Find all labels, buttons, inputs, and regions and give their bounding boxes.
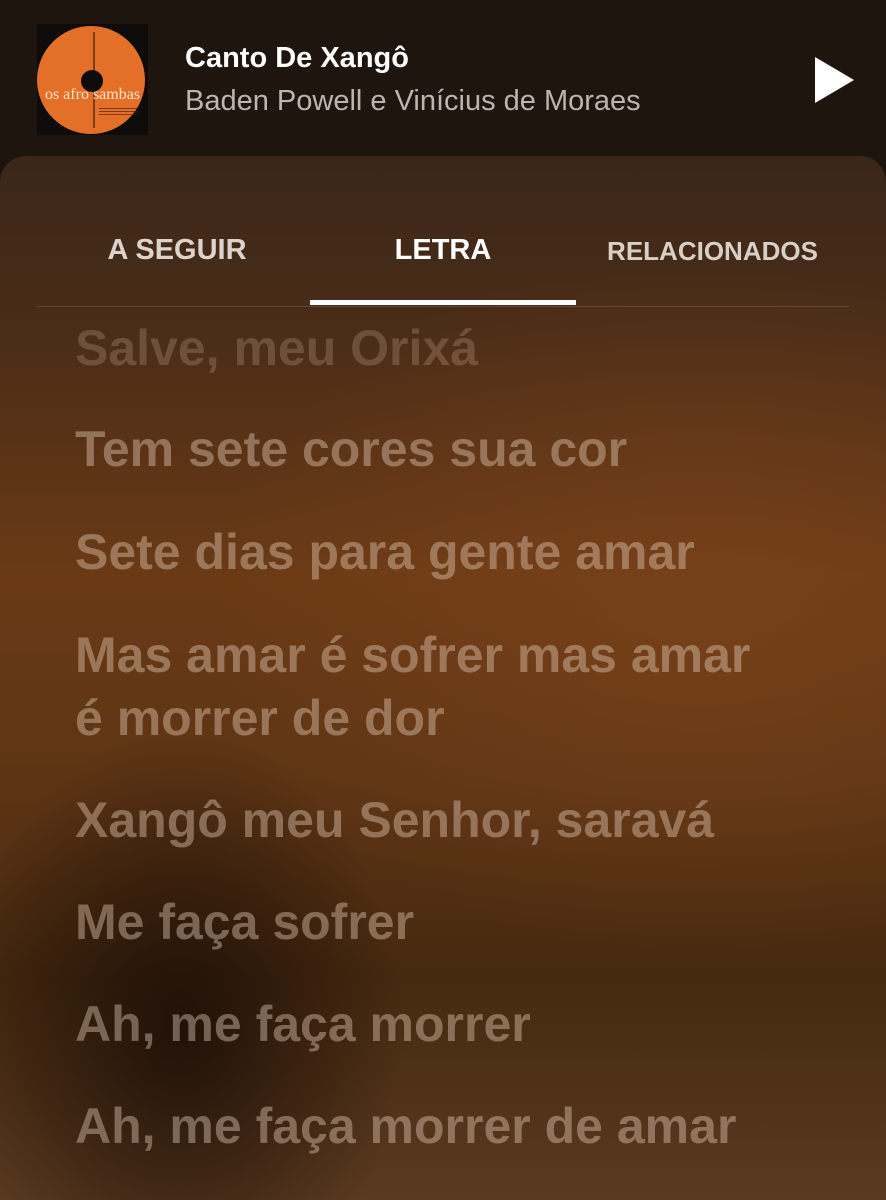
album-art-credits [99,108,139,120]
lyric-line: Mas amar é sofrer mas amar [75,627,751,683]
lyric-line: Me faça sofrer [75,894,415,950]
tab-related[interactable]: RELACIONADOS [576,236,849,276]
lyric-line: é morrer de dor [75,690,445,746]
tab-up-next[interactable]: A SEGUIR [37,234,317,274]
track-title[interactable]: Canto De Xangô [185,42,409,75]
lyrics-panel: A SEGUIR LETRA RELACIONADOS Salve, meu O… [0,156,886,1200]
tab-indicator [310,300,576,305]
tab-lyrics[interactable]: LETRA [310,234,576,274]
lyric-line: Tem sete cores sua cor [75,421,628,477]
lyric-line: Sete dias para gente amar [75,524,695,580]
play-icon [815,57,854,103]
lyric-line: Ah, me faça morrer [75,996,531,1052]
track-artist[interactable]: Baden Powell e Vinícius de Moraes [185,85,641,118]
album-art: os afro sambas [37,24,148,135]
lyric-line: Xangô meu Senhor, saravá [75,792,715,848]
play-button[interactable] [805,52,861,108]
album-art-logo: os afro sambas [44,86,141,103]
mini-player[interactable]: os afro sambas Canto De Xangô Baden Powe… [0,0,886,160]
tab-bar: A SEGUIR LETRA RELACIONADOS [37,156,849,307]
lyric-line: Salve, meu Orixá [75,320,479,376]
lyric-line: Ah, me faça morrer de amar [75,1098,737,1154]
